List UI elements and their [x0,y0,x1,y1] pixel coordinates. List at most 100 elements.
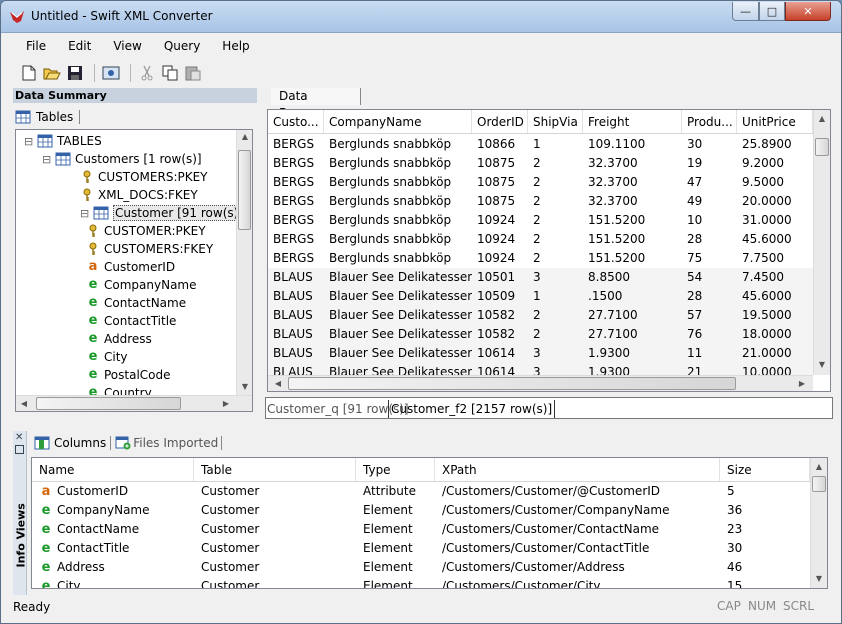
sheet-tab-customer-f2[interactable]: Customer_f2 [2157 row(s)] [388,400,556,418]
table-cell: BERGS [273,194,315,208]
cut-icon[interactable] [137,63,157,83]
list-item[interactable]: e ContactName Customer Element/Customers/Cu… [32,520,810,539]
scroll-thumb[interactable] [288,377,736,390]
table-row[interactable]: BERGS Berglunds snabbköp 10875 2 32.3700 49 20… [268,192,813,211]
grid-column-header[interactable]: Produ... [682,110,737,133]
grid-column-header[interactable]: ShipVia [528,110,583,133]
table-cell: Berglunds snabbköp [329,194,452,208]
columns-header-cell[interactable]: XPath [435,458,720,481]
expander-icon[interactable]: ⊟ [80,207,90,220]
grid-column-header[interactable]: Freight [583,110,682,133]
tab-files-imported[interactable]: Files Imported [115,436,223,450]
scroll-right-arrow[interactable]: ▶ [794,379,810,388]
maximize-button[interactable]: □ [759,2,785,21]
info-views-close-icon[interactable]: ✕ [15,432,23,443]
list-item[interactable]: e CompanyName Customer Element/Customers/Cu… [32,501,810,520]
scroll-thumb[interactable] [238,150,251,230]
open-icon[interactable] [42,63,62,83]
scroll-thumb[interactable] [36,397,181,410]
table-row[interactable]: BERGS Berglunds snabbköp 10875 2 32.3700 47 9.… [268,173,813,192]
menu-view[interactable]: View [113,39,141,57]
tree-node[interactable]: CUSTOMER:PKEY [86,222,206,240]
grid-column-header[interactable]: UnitPrice [737,110,813,133]
table-row[interactable]: BLAUS Blauer See Delikatessen 10614 3 1.9300… [268,344,813,363]
list-cell-text: CustomerID [57,484,129,498]
scroll-up-arrow[interactable]: ▲ [814,114,830,123]
table-row[interactable]: BERGS Berglunds snabbköp 10924 2 151.5200 28 4… [268,230,813,249]
list-item[interactable]: e City Customer Element/Customers/Customer/… [32,577,810,588]
expander-icon[interactable]: ⊟ [24,135,34,148]
list-item[interactable]: e ContactTitle Customer Element/Customers/C… [32,539,810,558]
grid-horizontal-scrollbar[interactable]: ◀ ▶ [268,375,813,391]
scroll-left-arrow[interactable]: ◀ [16,399,32,408]
new-icon[interactable] [19,63,39,83]
tree-horizontal-scrollbar[interactable]: ◀ ▶ [16,395,252,411]
table-row[interactable]: BERGS Berglunds snabbköp 10866 1 109.1100 30 2… [268,135,813,154]
table-row[interactable]: BERGS Berglunds snabbköp 10924 2 151.5200 75 7… [268,249,813,268]
preview-icon[interactable] [101,63,121,83]
menu-query[interactable]: Query [164,39,200,57]
list-cell: e City [32,577,194,588]
tree-node[interactable]: e City [86,348,128,366]
table-row[interactable]: BERGS Berglunds snabbköp 10924 2 151.5200 10 3… [268,211,813,230]
tab-data-browser[interactable]: Data Browser [271,88,361,120]
tree-node[interactable]: e PostalCode [86,366,171,384]
tree-node[interactable]: e ContactTitle [86,312,177,330]
scroll-thumb[interactable] [812,476,826,492]
tree-node[interactable]: ⊟ TABLES [24,132,102,150]
tree-node[interactable]: ⊟ Customers [1 row(s)] [42,150,202,168]
minimize-button[interactable]: — [732,2,759,21]
columns-header-cell[interactable]: Type [356,458,435,481]
info-views-pin-icon[interactable] [15,445,24,454]
list-item[interactable]: a CustomerID Customer Attribute/Customers/C… [32,482,810,501]
table-cell: BERGS [273,137,315,151]
table-row[interactable]: BERGS Berglunds snabbköp 10875 2 32.3700 19 9.… [268,154,813,173]
close-button[interactable]: ✕ [785,2,831,21]
save-icon[interactable] [65,63,85,83]
columns-header-cell[interactable]: Table [194,458,356,481]
columns-vertical-scrollbar[interactable]: ▲ ▼ [810,458,827,588]
scroll-down-arrow[interactable]: ▼ [237,382,252,391]
scroll-right-arrow[interactable]: ▶ [218,399,234,408]
menu-file[interactable]: File [26,39,46,57]
table-row[interactable]: BLAUS Blauer See Delikatessen 10501 3 8.8500… [268,268,813,287]
tree-node[interactable]: e ContactName [86,294,187,312]
table-cell: 28 [687,289,703,303]
tab-columns[interactable]: Columns [34,436,112,450]
paste-icon[interactable] [183,63,203,83]
menu-help[interactable]: Help [222,39,249,57]
table-row[interactable]: BLAUS Blauer See Delikatessen 10582 2 27.710… [268,325,813,344]
table-cell: 10501 [477,270,516,284]
list-item[interactable]: e Address Customer Element/Customers/Custom… [32,558,810,577]
scroll-down-arrow[interactable]: ▼ [811,574,827,583]
tree-node[interactable]: XML_DOCS:FKEY [80,186,198,204]
table-cell: 2 [533,327,541,341]
tree-node[interactable]: e CompanyName [86,276,197,294]
element-icon: e [41,559,51,575]
tree-vertical-scrollbar[interactable]: ▲ ▼ [236,130,252,395]
scroll-left-arrow[interactable]: ◀ [270,379,286,388]
tree-node[interactable]: CUSTOMERS:FKEY [86,240,213,258]
grid-column-header[interactable]: Custo... [268,110,324,133]
scroll-down-arrow[interactable]: ▼ [814,360,830,369]
scroll-thumb[interactable] [815,138,829,156]
tree-node[interactable]: a CustomerID [86,258,175,276]
grid-column-header[interactable]: CompanyName [324,110,472,133]
copy-icon[interactable] [160,63,180,83]
expander-icon[interactable]: ⊟ [42,153,52,166]
tree-node[interactable]: ⊟ Customer [91 row(s)] [80,204,245,222]
tree-node[interactable]: e Address [86,330,152,348]
tree-node[interactable]: CUSTOMERS:PKEY [80,168,208,186]
columns-header-cell[interactable]: Name [32,458,194,481]
scroll-up-arrow[interactable]: ▲ [237,132,252,141]
table-row[interactable]: BLAUS Blauer See Delikatessen 10509 1 .1500 2… [268,287,813,306]
menu-edit[interactable]: Edit [68,39,91,57]
columns-header-cell[interactable]: Size [720,458,810,481]
tab-tables[interactable]: Tables [15,110,81,124]
list-cell: /Customers/Customer/@CustomerID [442,484,661,498]
grid-column-header[interactable]: OrderID [472,110,528,133]
scroll-up-arrow[interactable]: ▲ [811,462,827,471]
grid-vertical-scrollbar[interactable]: ▲ ▼ [813,110,830,375]
table-row[interactable]: BLAUS Blauer See Delikatessen 10582 2 27.710… [268,306,813,325]
table-cell: 1 [533,289,541,303]
